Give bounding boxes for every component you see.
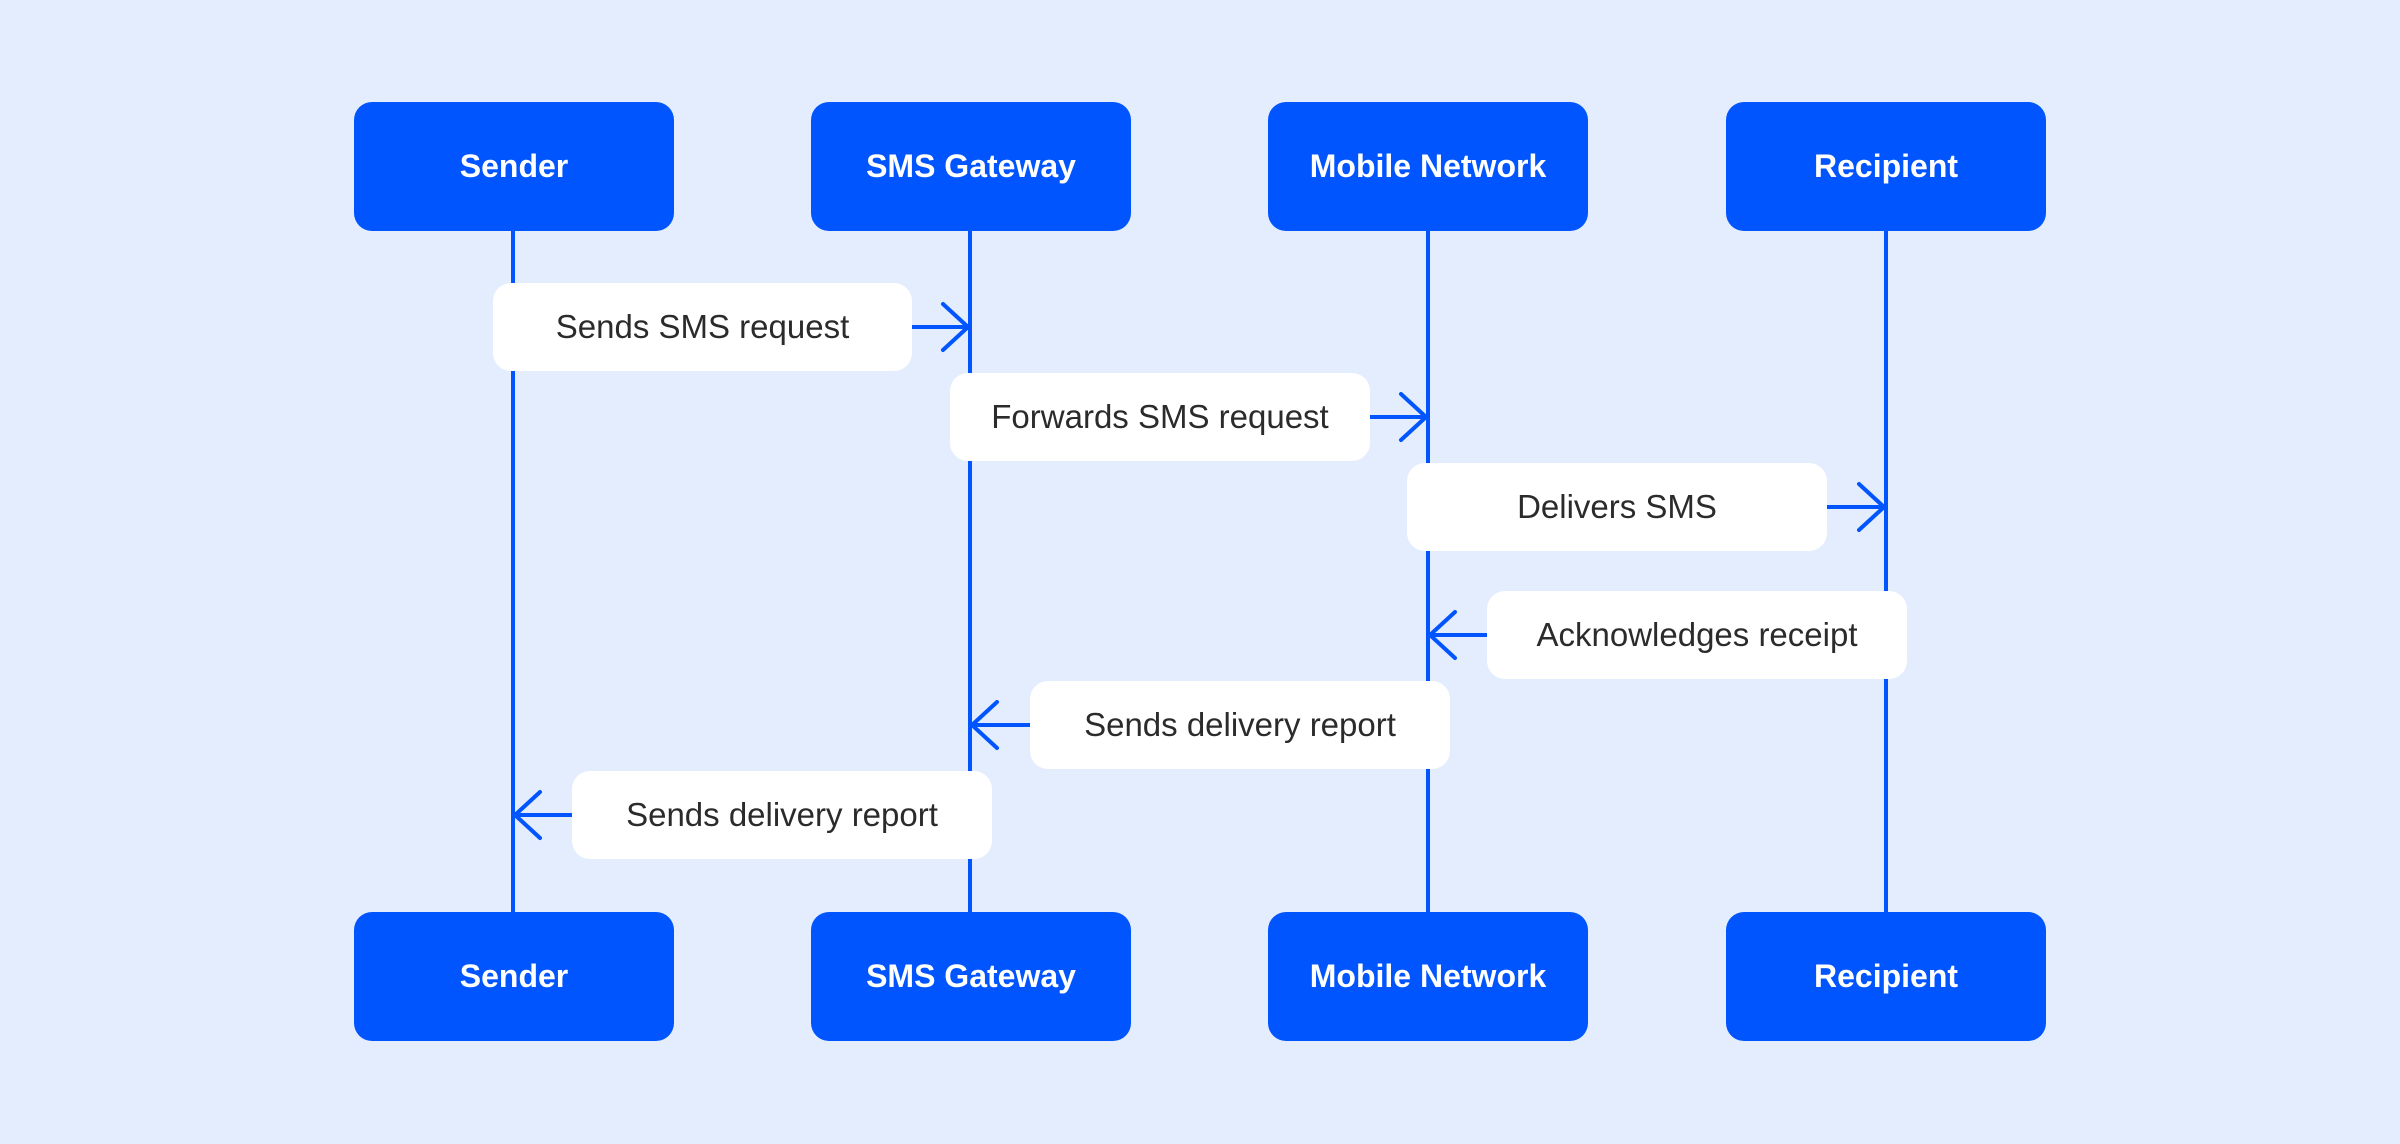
arrow-right-icon	[910, 302, 970, 352]
message-label: Sends SMS request	[493, 283, 912, 371]
message-label: Delivers SMS	[1407, 463, 1827, 551]
arrow-left-icon	[970, 700, 1032, 750]
message-label: Sends delivery report	[1030, 681, 1450, 769]
arrow-left-icon	[513, 790, 574, 840]
message-label: Forwards SMS request	[950, 373, 1370, 461]
arrows-layer	[513, 302, 1886, 840]
message-label: Acknowledges receipt	[1487, 591, 1907, 679]
arrow-left-icon	[1428, 610, 1489, 660]
message-label: Sends delivery report	[572, 771, 992, 859]
arrow-right-icon	[1368, 392, 1428, 442]
arrow-right-icon	[1825, 482, 1886, 532]
